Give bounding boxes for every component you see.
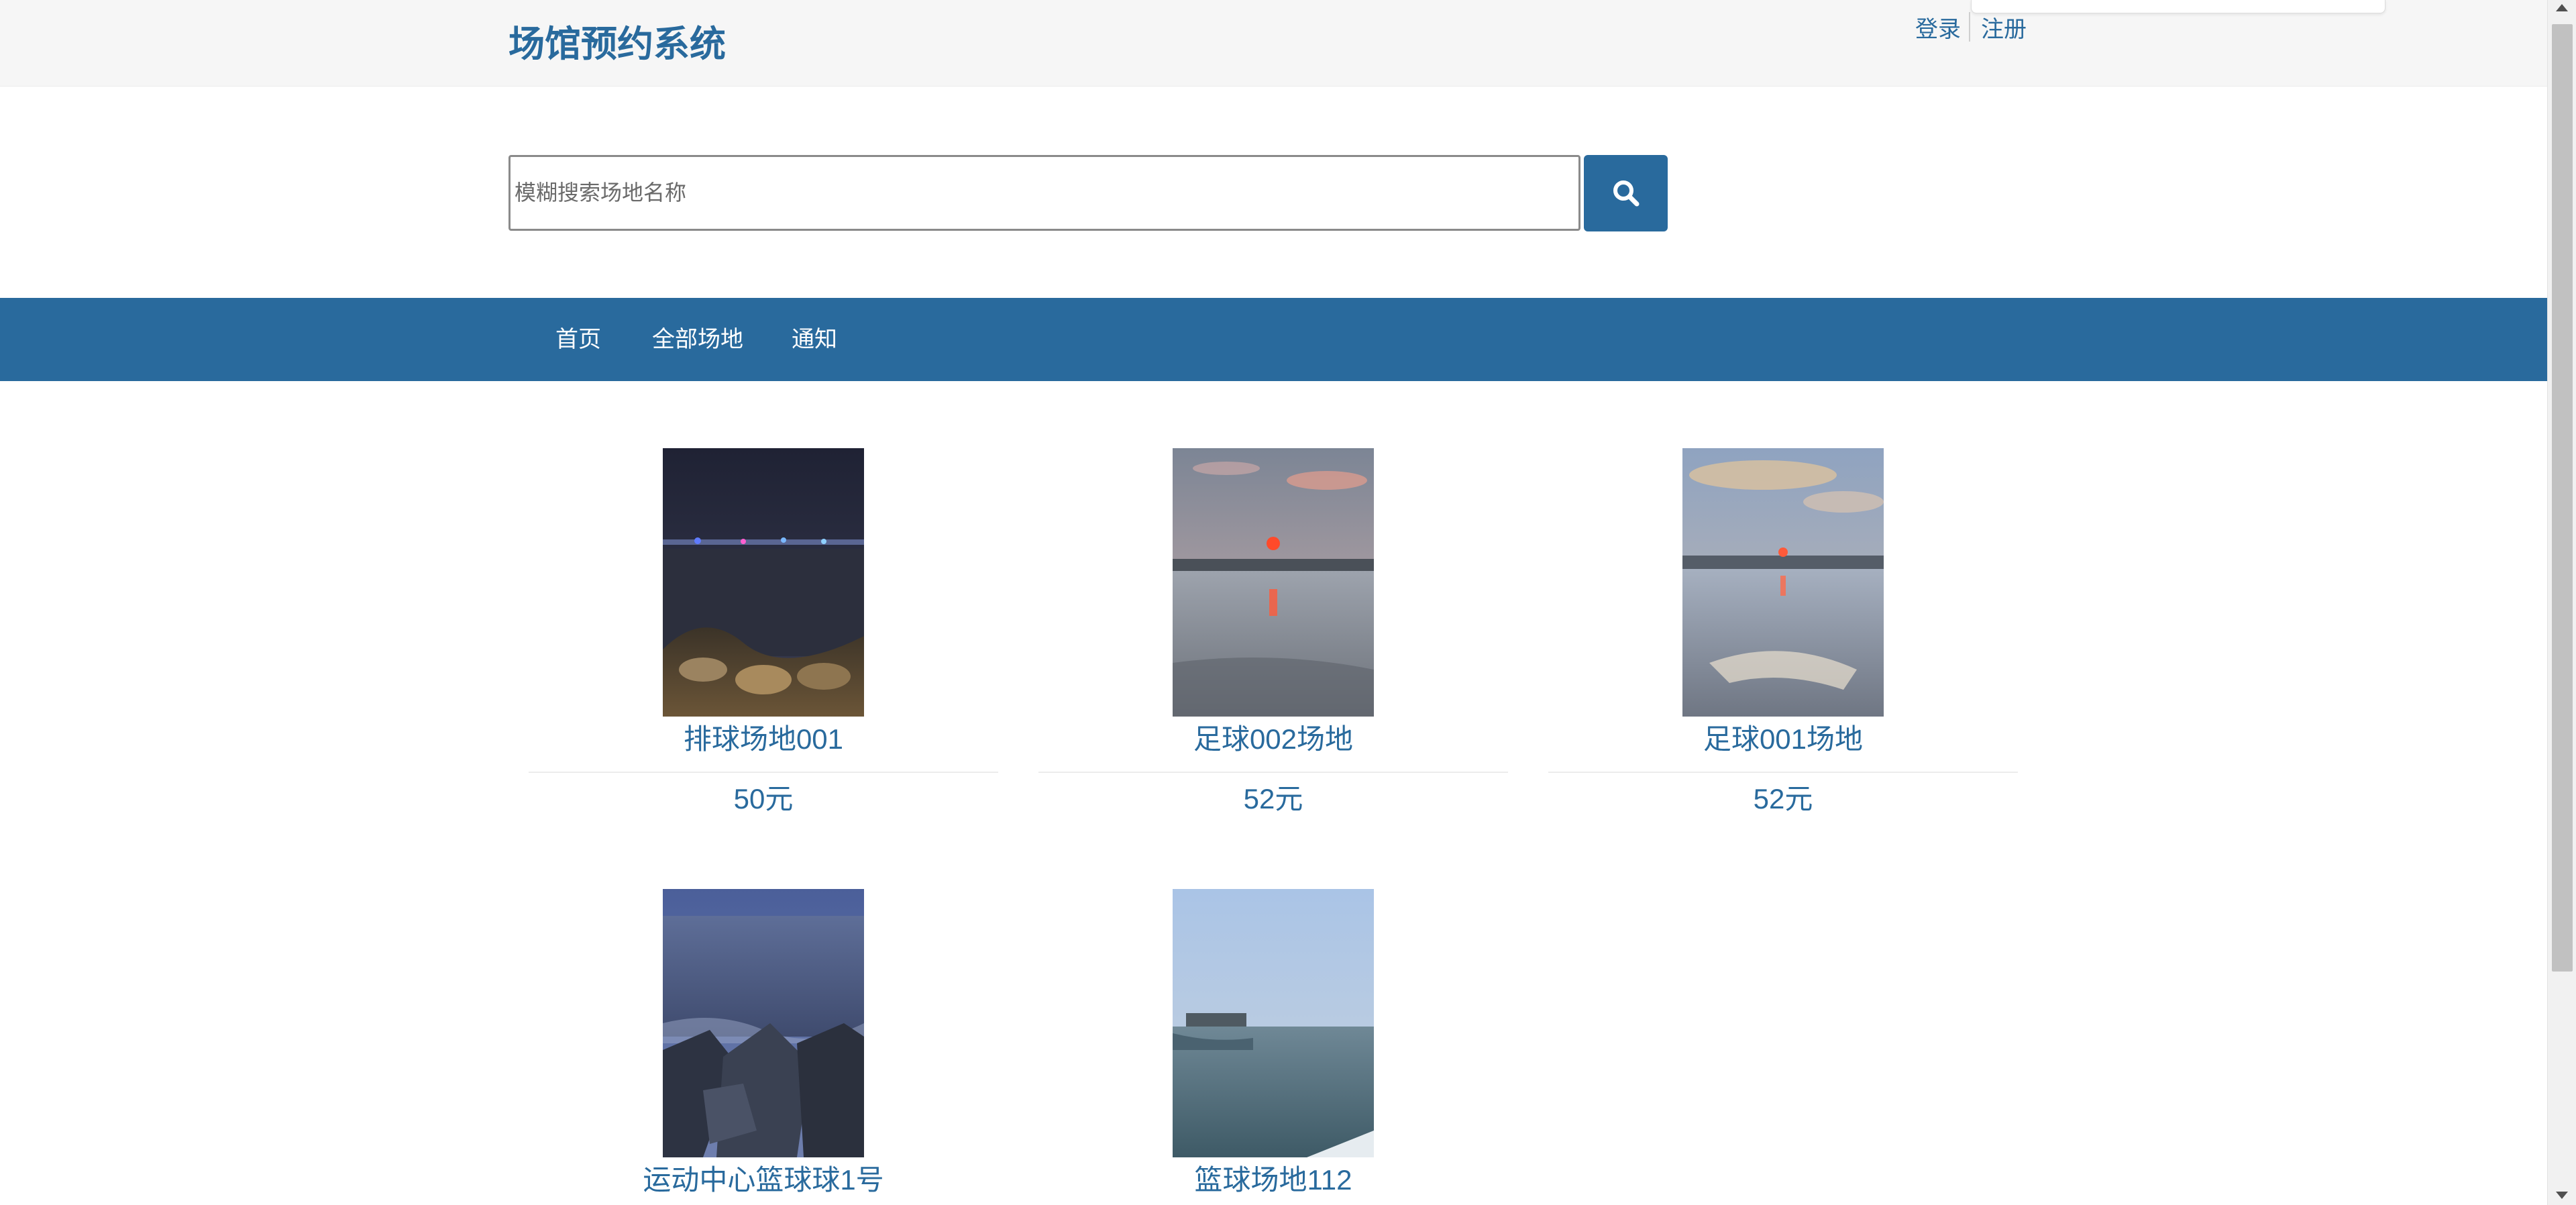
nav-item-home[interactable]: 首页	[555, 298, 601, 381]
register-link[interactable]: 注册	[1981, 11, 2027, 44]
venue-name[interactable]: 运动中心篮球球1号	[529, 1161, 998, 1199]
venue-divider	[529, 772, 998, 773]
venue-divider	[1548, 772, 2018, 773]
venue-name[interactable]: 篮球场地112	[1038, 1161, 1508, 1199]
search-area	[0, 87, 2547, 298]
site-title[interactable]: 场馆预约系统	[508, 17, 726, 71]
venue-image[interactable]	[1682, 448, 1884, 717]
top-header: 场馆预约系统 登录 注册	[0, 0, 2547, 87]
nav-item-notices[interactable]: 通知	[792, 298, 837, 381]
login-link[interactable]: 登录	[1915, 11, 1961, 44]
page-scrollbar[interactable]	[2547, 0, 2576, 1205]
main-nav: 首页 全部场地 通知	[0, 298, 2547, 381]
venue-price: 52元	[1243, 783, 1303, 815]
search-button[interactable]	[1584, 155, 1668, 231]
top-dropdown-panel	[1971, 0, 2385, 13]
venue-name[interactable]: 排球场地001	[529, 721, 998, 758]
scroll-down-arrow-icon[interactable]	[2556, 1192, 2568, 1199]
venue-image[interactable]	[1173, 889, 1374, 1157]
venue-price: 50元	[733, 783, 794, 815]
auth-divider	[1969, 12, 1970, 42]
venue-name[interactable]: 足球002场地	[1038, 721, 1508, 758]
venue-image[interactable]	[663, 889, 864, 1157]
venue-image[interactable]	[1173, 448, 1374, 717]
scroll-thumb[interactable]	[2552, 24, 2573, 972]
venue-image[interactable]	[663, 448, 864, 717]
venue-name[interactable]: 足球001场地	[1548, 721, 2018, 758]
venue-divider	[1038, 772, 1508, 773]
venue-price: 52元	[1753, 783, 1813, 815]
auth-links: 登录 注册	[1915, 8, 2027, 46]
search-icon	[1613, 180, 1639, 207]
scroll-up-arrow-icon[interactable]	[2556, 4, 2568, 11]
search-input[interactable]	[508, 155, 1580, 231]
nav-item-all-venues[interactable]: 全部场地	[652, 298, 743, 381]
